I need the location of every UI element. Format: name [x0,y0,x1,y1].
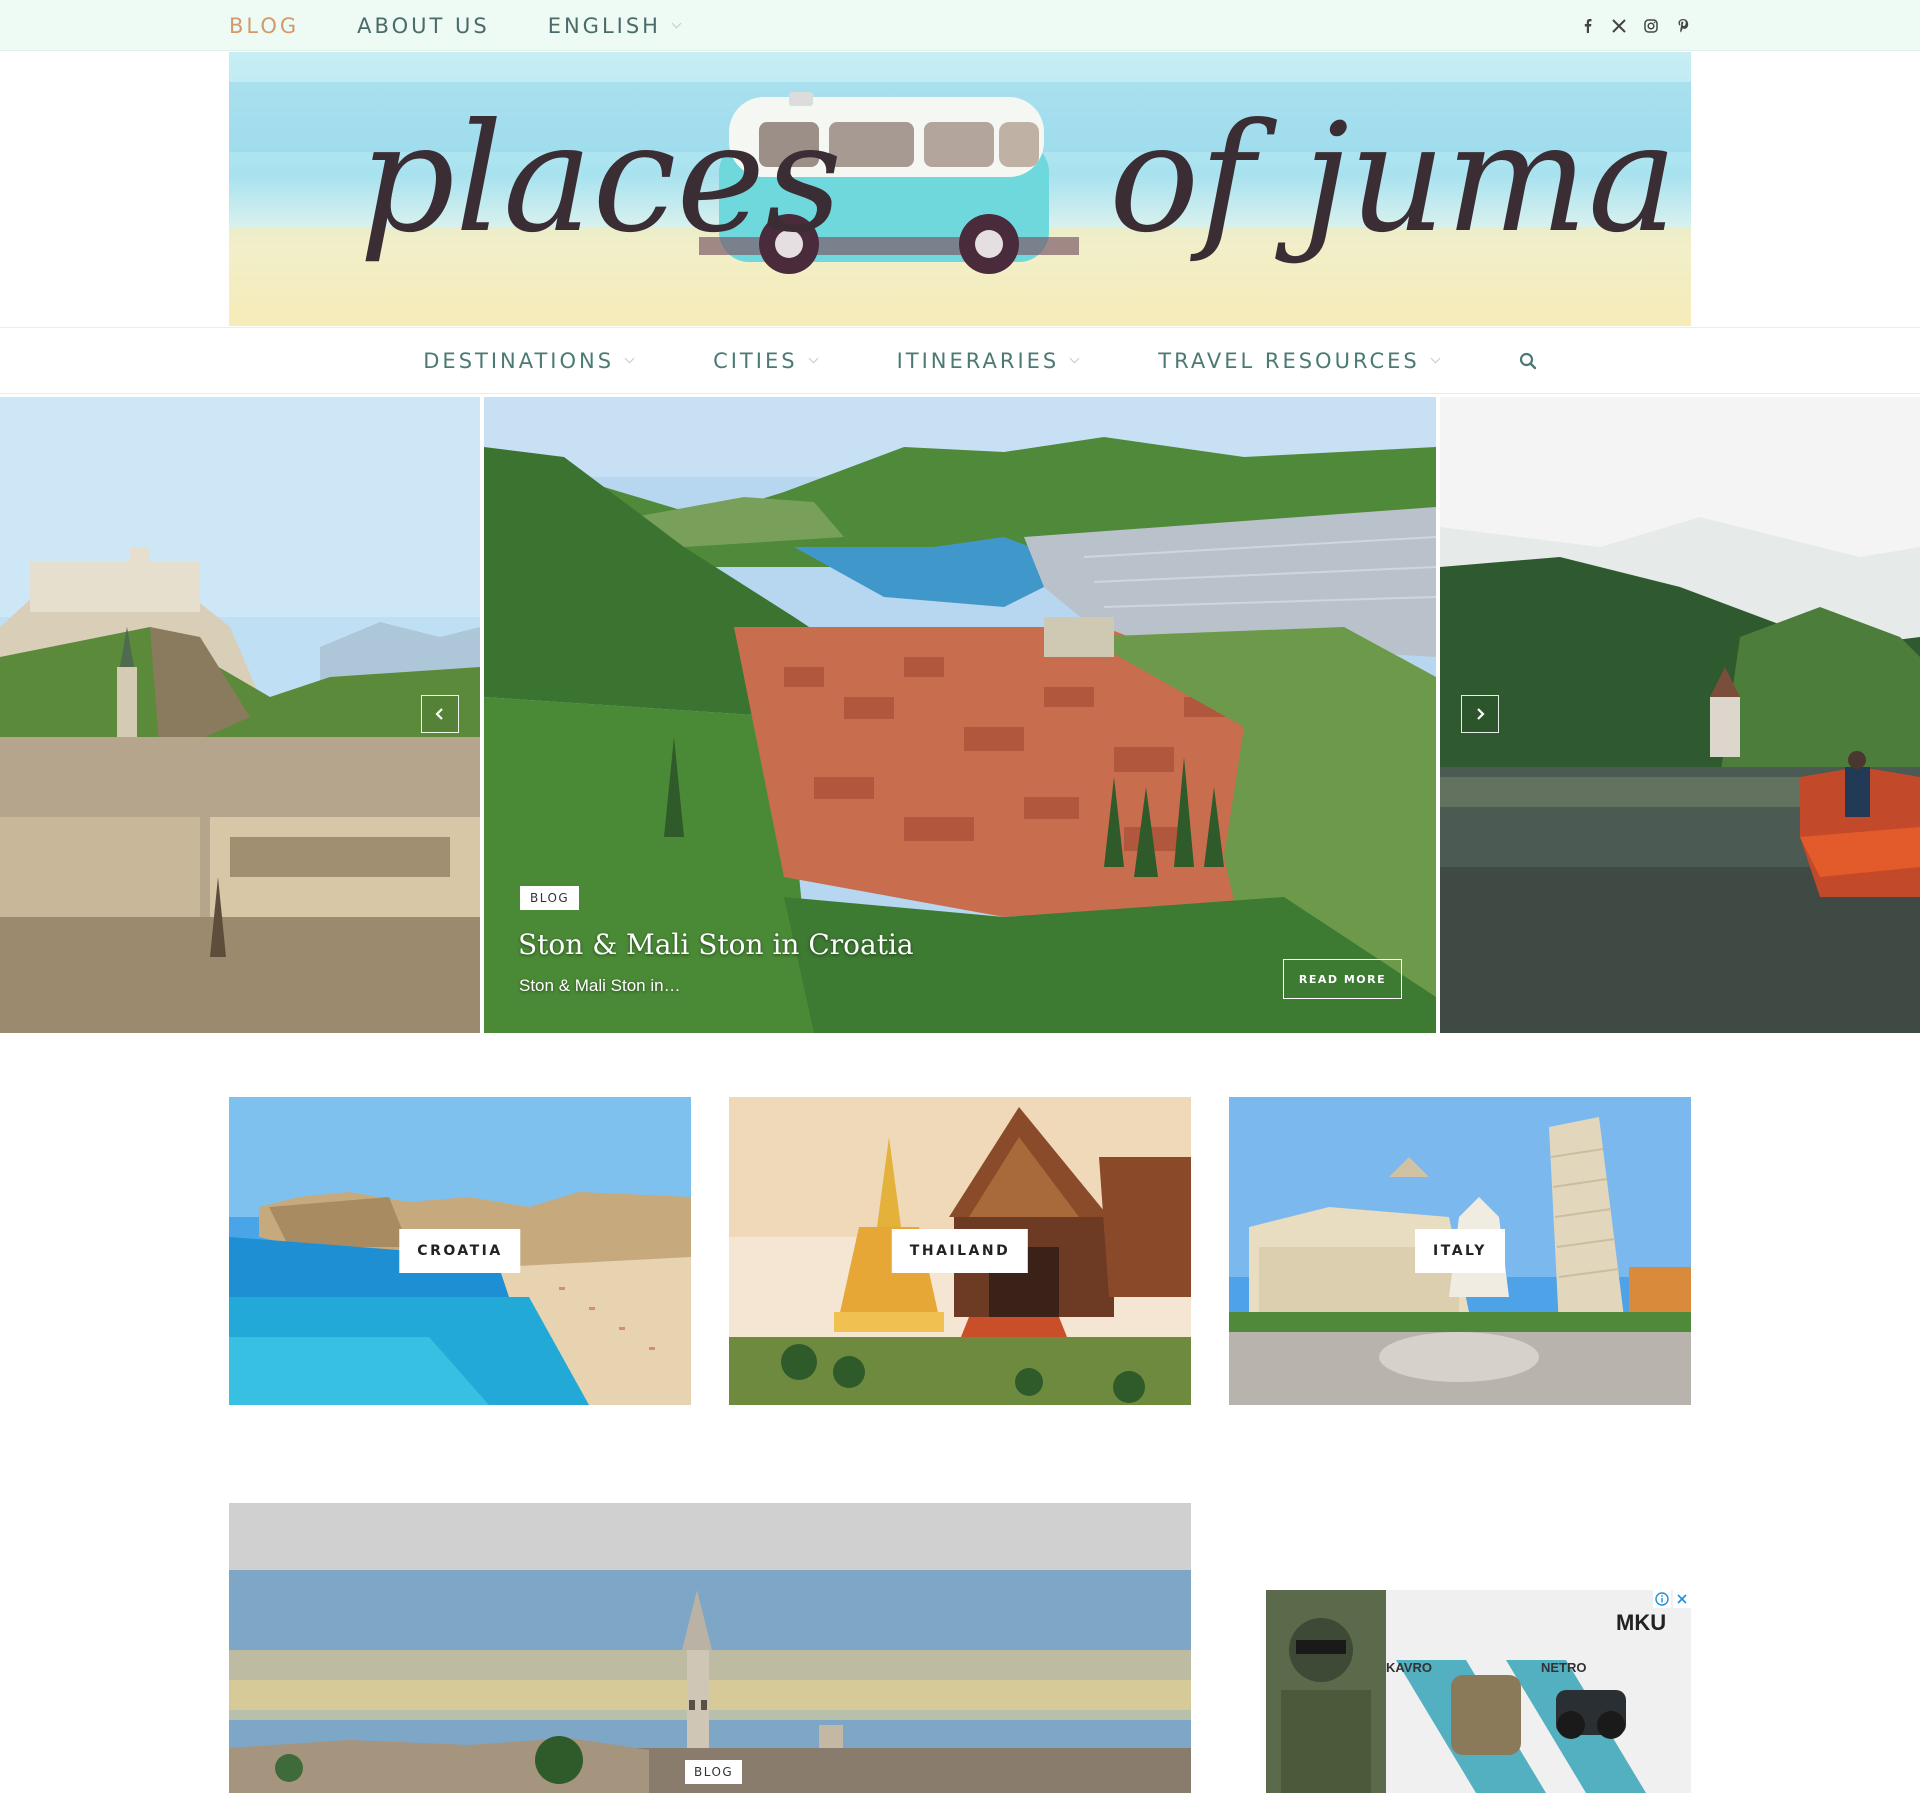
logo-word-of-juma: of juma [1109,92,1677,266]
category-cards: CROATIA THAILAND ITALY [229,1097,1691,1405]
read-more-button[interactable]: READ MORE [1283,959,1402,999]
language-dropdown[interactable]: ENGLISH [547,13,682,38]
language-label: ENGLISH [547,13,661,38]
slider-next-button[interactable] [1461,695,1499,733]
post-category-tag[interactable]: BLOG [685,1760,743,1784]
featured-post[interactable]: BLOG [229,1503,1191,1793]
post-image-placeholder [229,1503,1191,1570]
ad-info-icon[interactable] [1653,1590,1671,1608]
top-nav: BLOG ABOUT US ENGLISH [229,0,738,51]
nav-travel-resources-label: TRAVEL RESOURCES [1158,348,1420,373]
category-card-italy[interactable]: ITALY [1229,1097,1691,1405]
search-icon[interactable] [1519,352,1537,370]
nav-destinations-label: DESTINATIONS [423,348,615,373]
ad-brand-logo: MKU [1616,1610,1667,1635]
nav-itineraries[interactable]: ITINERARIES [896,348,1080,373]
slide-category-tag[interactable]: BLOG [520,886,580,910]
ad-product-kavro: KAVRO [1386,1660,1432,1675]
nav-itineraries-label: ITINERARIES [896,348,1060,373]
instagram-icon[interactable] [1643,18,1659,34]
category-card-croatia[interactable]: CROATIA [229,1097,691,1405]
nav-destinations[interactable]: DESTINATIONS [423,348,635,373]
slide-lake-bled[interactable] [1440,397,1920,1033]
ad-product-netro: NETRO [1541,1660,1587,1675]
slide-excerpt: Ston & Mali Ston in… [519,976,681,995]
pinterest-icon[interactable] [1675,18,1691,34]
logo-word-places: places [359,92,842,266]
featured-slider [0,397,1920,1033]
site-logo[interactable]: places of juma [229,52,1691,326]
category-card-thailand[interactable]: THAILAND [729,1097,1191,1405]
chevron-down-icon [1069,353,1080,363]
nav-travel-resources[interactable]: TRAVEL RESOURCES [1158,348,1441,373]
slide-salzburg[interactable] [0,397,480,1033]
category-label-croatia: CROATIA [399,1229,521,1273]
chevron-down-icon [624,353,635,363]
social-links [1579,0,1691,51]
x-icon[interactable] [1611,18,1627,34]
top-nav-blog-label: BLOG [229,13,300,38]
top-bar: BLOG ABOUT US ENGLISH [0,0,1920,51]
advertisement[interactable]: KAVRO NETRO MKU [1266,1590,1691,1793]
chevron-down-icon [671,18,682,28]
main-navigation: DESTINATIONS CITIES ITINERARIES TRAVEL R… [0,327,1920,394]
nav-cities-label: CITIES [713,348,798,373]
slider-prev-button[interactable] [421,695,459,733]
top-nav-blog[interactable]: BLOG [229,14,299,38]
category-label-italy: ITALY [1415,1229,1505,1273]
top-nav-about-us[interactable]: ABOUT US [357,14,490,38]
top-nav-about-label: ABOUT US [357,13,490,38]
facebook-icon[interactable] [1579,18,1595,34]
chevron-down-icon [1430,353,1441,363]
ad-close-icon[interactable] [1673,1590,1691,1608]
nav-cities[interactable]: CITIES [713,348,819,373]
slide-title[interactable]: Ston & Mali Ston in Croatia [518,928,914,961]
chevron-down-icon [808,353,819,363]
category-label-thailand: THAILAND [891,1229,1029,1273]
